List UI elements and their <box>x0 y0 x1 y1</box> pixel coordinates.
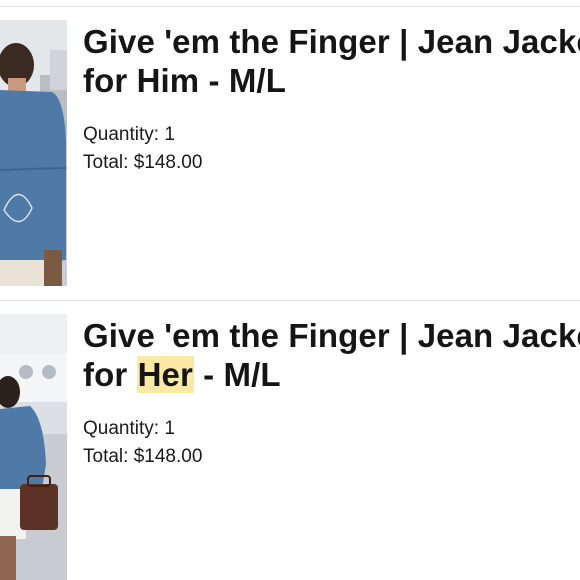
order-item: Give 'em the Finger | Jean Jacket for He… <box>0 300 580 580</box>
product-title[interactable]: Give 'em the Finger | Jean Jacket for He… <box>83 316 580 394</box>
quantity-label: Quantity: <box>83 124 165 145</box>
order-item: Give 'em the Finger | Jean Jacket for Hi… <box>0 6 580 291</box>
product-title-line-1: Give 'em the Finger | Jean Jacket <box>83 317 580 354</box>
quantity-label: Quantity: <box>83 418 165 439</box>
product-title-line-1: Give 'em the Finger | Jean Jacket <box>83 23 580 60</box>
title-prefix: for <box>83 356 137 393</box>
product-thumbnail[interactable] <box>0 20 67 286</box>
product-title-line-2: for Him - M/L <box>83 61 580 100</box>
title-prefix: for <box>83 62 137 99</box>
total-value: $148.00 <box>133 152 203 173</box>
total-label: Total: <box>83 152 134 173</box>
quantity-value: 1 <box>164 418 175 439</box>
man-denim-jacket-image <box>0 20 67 286</box>
product-title-line-2: for Her - M/L <box>83 355 580 394</box>
product-thumbnail[interactable] <box>0 314 67 580</box>
title-recipient-highlight: Her <box>136 356 194 393</box>
order-item-details: Quantity: 1 Total: $148.00 <box>83 415 202 471</box>
product-title[interactable]: Give 'em the Finger | Jean Jacket for Hi… <box>83 22 580 100</box>
total-value: $148.00 <box>133 446 203 467</box>
order-item-list: Give 'em the Finger | Jean Jacket for Hi… <box>0 0 580 580</box>
quantity-text: Quantity: 1 <box>83 415 202 443</box>
title-recipient: Him <box>136 62 200 99</box>
order-item-details: Quantity: 1 Total: $148.00 <box>83 121 202 177</box>
quantity-value: 1 <box>164 124 175 145</box>
title-size: - M/L <box>193 356 281 393</box>
woman-denim-jacket-image <box>0 314 67 580</box>
quantity-text: Quantity: 1 <box>83 121 202 149</box>
total-text: Total: $148.00 <box>83 443 202 471</box>
total-text: Total: $148.00 <box>83 149 202 177</box>
total-label: Total: <box>83 446 134 467</box>
title-size: - M/L <box>199 62 286 99</box>
